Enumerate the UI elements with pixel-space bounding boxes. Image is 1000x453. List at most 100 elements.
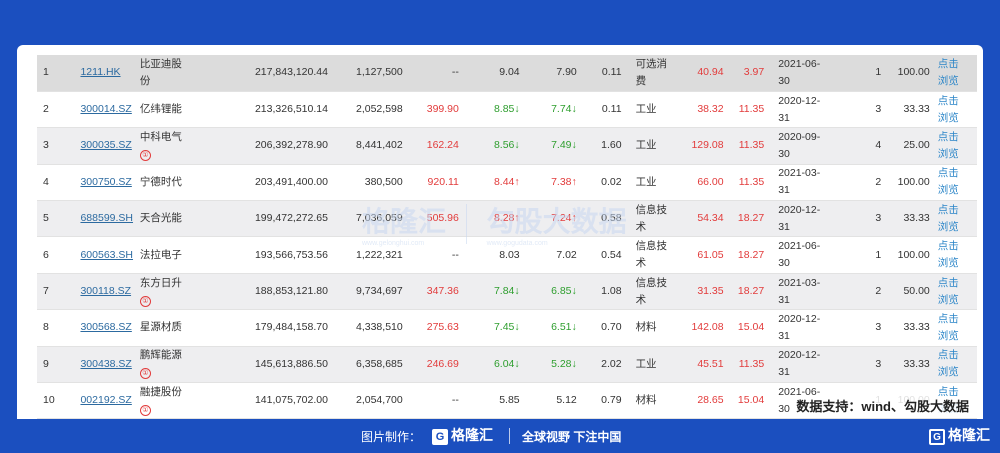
metric-b: 7.38↑ — [521, 164, 579, 202]
stock-code-cell: 300438.SZ — [80, 346, 140, 384]
footer-bar: 图片制作： G 格隆汇 全球视野 下注中国 G 格隆汇 — [0, 420, 1000, 453]
metric-b: 7.24↑ — [521, 200, 579, 238]
stock-code-link[interactable]: 300035.SZ — [80, 137, 134, 154]
divider — [509, 428, 510, 444]
count: 3 — [849, 91, 884, 129]
view-link[interactable]: 点击浏览 — [938, 165, 968, 199]
stock-code-link[interactable]: 300014.SZ — [80, 101, 134, 118]
value-1: 40.94 — [682, 55, 724, 92]
table-row: 2 300014.SZ 亿纬锂能 213,326,510.14 2,052,598 399… — [37, 91, 977, 129]
value-1: 45.51 — [682, 346, 724, 384]
table-row: 7 300118.SZ 东方日升 ① 188,853,121.80 9,734,697 34… — [37, 273, 977, 311]
ratio: 1.60 — [578, 127, 632, 165]
report-date: 2021-06-30 — [778, 57, 821, 87]
table-row: 4 300750.SZ 宁德时代 203,491,400.00 380,500 920.1… — [37, 164, 977, 202]
stock-code-link[interactable]: 300118.SZ — [80, 283, 134, 300]
value-2: 11.35 — [723, 91, 773, 129]
view-link-cell: 点击浏览 — [929, 273, 977, 311]
view-link[interactable]: 点击浏览 — [938, 129, 968, 163]
volume: 6,358,685 — [332, 346, 408, 384]
stock-name: 法拉电子 — [139, 248, 182, 261]
report-date: 2021-03-31 — [778, 167, 821, 197]
percentage: 33.33 — [883, 346, 930, 384]
stock-code-cell: 300035.SZ — [80, 127, 140, 165]
stock-name: 天合光能 — [139, 212, 182, 225]
metric-b: 6.51↓ — [521, 309, 579, 347]
table-row: 9 300438.SZ 鹏辉能源 ① 145,613,886.50 6,358,685 24… — [37, 346, 977, 384]
industry: 工业 — [635, 357, 657, 370]
value-2: 18.27 — [723, 236, 773, 274]
stock-name-cell: 东方日升 ① — [139, 273, 202, 311]
count: 2 — [849, 164, 884, 202]
view-link[interactable]: 点击浏览 — [938, 347, 968, 381]
view-link[interactable]: 点击浏览 — [938, 275, 968, 309]
volume: 2,052,598 — [332, 91, 408, 129]
count: 1 — [849, 55, 884, 92]
volume: 2,054,700 — [332, 382, 408, 419]
value-1: 129.08 — [682, 127, 724, 165]
industry-cell: 信息技术 — [631, 273, 683, 311]
stock-name: 中科电气 — [139, 130, 182, 143]
pe-value: 347.36 — [407, 273, 461, 311]
stock-code-cell: 002192.SZ — [80, 382, 140, 419]
view-link[interactable]: 点击浏览 — [938, 311, 968, 345]
ratio: 0.11 — [578, 55, 632, 92]
count: 3 — [849, 346, 884, 384]
stock-name: 融捷股份 — [139, 385, 182, 398]
table-row: 6 600563.SH 法拉电子 193,566,753.56 1,222,321 -- 8… — [37, 236, 977, 274]
row-index: 4 — [37, 164, 81, 202]
metric-b: 7.02 — [521, 236, 579, 274]
stock-code-link[interactable]: 300438.SZ — [80, 356, 134, 373]
metric-b: 5.28↓ — [521, 346, 579, 384]
data-table-panel: 1 1211.HK 比亚迪股份 217,843,120.44 1,127,500 -- 9.… — [17, 45, 983, 419]
metric-a: 8.28↑ — [460, 200, 522, 238]
view-link[interactable]: 点击浏览 — [938, 56, 968, 90]
stock-code-link[interactable]: 300750.SZ — [80, 174, 134, 191]
stock-name-cell: 法拉电子 — [139, 236, 202, 274]
industry-cell: 可选消费 — [631, 55, 683, 92]
percentage: 100.00 — [883, 55, 930, 92]
metric-b: 7.90 — [521, 55, 579, 92]
stock-code-link[interactable]: 1211.HK — [80, 64, 134, 81]
pe-value: -- — [407, 236, 461, 274]
ratio: 0.11 — [578, 91, 632, 129]
metric-a: 8.44↑ — [460, 164, 522, 202]
stock-code-link[interactable]: 600563.SH — [80, 247, 134, 264]
pe-value: 399.90 — [407, 91, 461, 129]
table-row: 3 300035.SZ 中科电气 ① 206,392,278.90 8,441,402 16… — [37, 127, 977, 165]
stock-code-cell: 1211.HK — [80, 55, 140, 92]
stock-name: 鹏辉能源 — [139, 349, 182, 362]
pe-value: 275.63 — [407, 309, 461, 347]
report-date: 2020-12-31 — [778, 94, 821, 124]
pe-value: 162.24 — [407, 127, 461, 165]
alert-marker-icon: ① — [139, 368, 151, 380]
percentage: 100.00 — [883, 236, 930, 274]
row-index: 1 — [37, 55, 81, 92]
value-2: 18.27 — [723, 200, 773, 238]
stock-table: 1 1211.HK 比亚迪股份 217,843,120.44 1,127,500 -- 9.… — [37, 55, 977, 419]
view-link[interactable]: 点击浏览 — [938, 238, 968, 272]
value-2: 18.27 — [723, 273, 773, 311]
metric-a: 5.85 — [460, 382, 522, 419]
metric-a: 8.03 — [460, 236, 522, 274]
stock-code-link[interactable]: 300568.SZ — [80, 319, 134, 336]
data-source-note: 数据支持：wind、勾股大数据 — [796, 396, 969, 415]
view-link[interactable]: 点击浏览 — [938, 202, 968, 236]
market-cap: 188,853,121.80 — [201, 273, 333, 311]
report-date-cell: 2021-06-30 — [772, 236, 850, 274]
volume: 8,441,402 — [332, 127, 408, 165]
view-link-cell: 点击浏览 — [929, 127, 977, 165]
volume: 4,338,510 — [332, 309, 408, 347]
value-1: 28.65 — [682, 382, 724, 419]
market-cap: 179,484,158.70 — [201, 309, 333, 347]
stock-code-link[interactable]: 002192.SZ — [80, 392, 134, 409]
stock-code-cell: 600563.SH — [80, 236, 140, 274]
percentage: 25.00 — [883, 127, 930, 165]
stock-name: 比亚迪股份 — [139, 57, 182, 87]
ratio: 0.58 — [578, 200, 632, 238]
stock-code-link[interactable]: 688599.SH — [80, 210, 134, 227]
metric-b: 7.74↓ — [521, 91, 579, 129]
industry-cell: 信息技术 — [631, 200, 683, 238]
view-link[interactable]: 点击浏览 — [938, 93, 968, 127]
percentage: 33.33 — [883, 200, 930, 238]
